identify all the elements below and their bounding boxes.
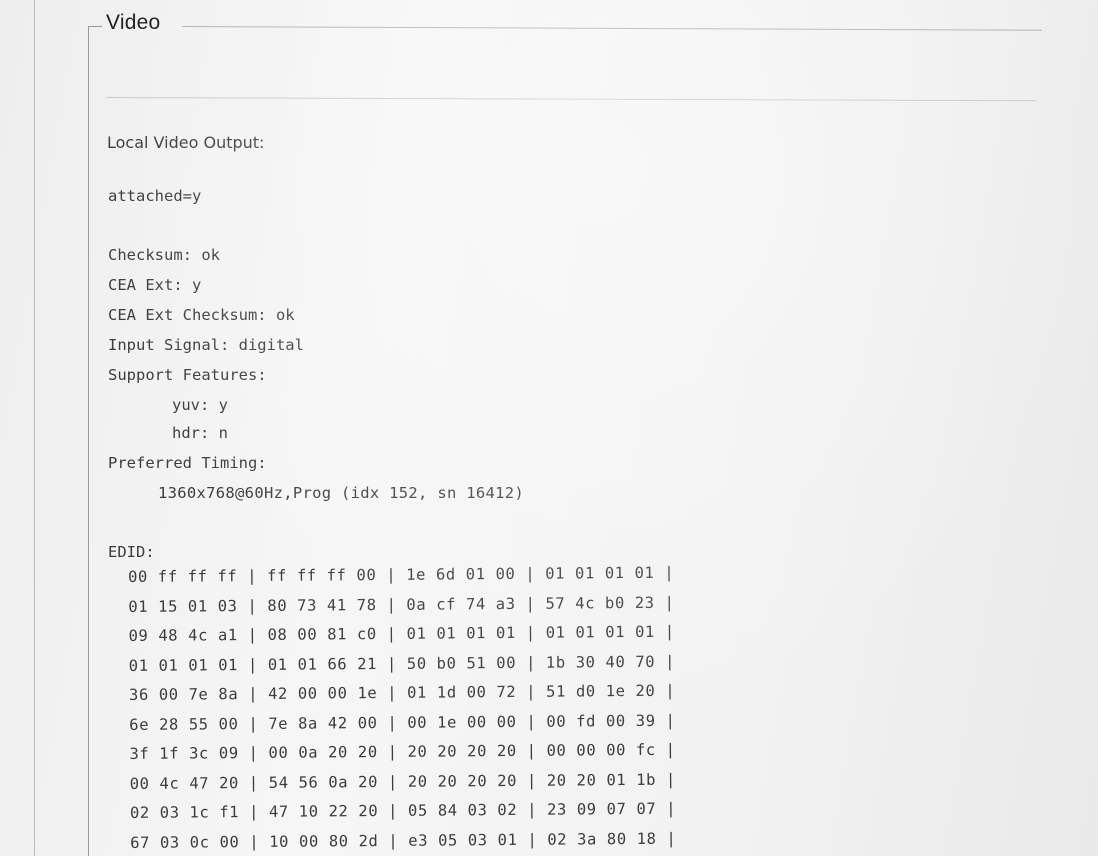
section-divider [105, 97, 1036, 102]
edid-row: 00 ff ff ff | ff ff ff 00 | 1e 6d 01 00 … [128, 563, 675, 586]
attached-status: attached=y [108, 187, 202, 205]
feature-hdr: hdr: n [172, 424, 228, 442]
edid-row: 36 00 7e 8a | 42 00 00 1e | 01 1d 00 72 … [128, 681, 676, 704]
edid-row: 01 15 01 03 | 80 73 41 78 | 0a cf 74 a3 … [128, 593, 675, 616]
preferred-timing-label: Preferred Timing: [108, 454, 267, 472]
edid-row: 01 01 01 01 | 01 01 66 21 | 50 b0 51 00 … [128, 652, 676, 675]
edid-hex-dump: 00 ff ff ff | ff ff ff 00 | 1e 6d 01 00 … [128, 564, 677, 856]
edid-label: EDID: [108, 543, 155, 561]
edid-row: 6e 28 55 00 | 7e 8a 42 00 | 00 1e 00 00 … [129, 711, 676, 734]
local-video-output-heading: Local Video Output: [107, 133, 265, 152]
screen: Video Local Video Output: attached=y Che… [0, 0, 1098, 856]
support-features-label: Support Features: [108, 366, 267, 384]
edid-row: 02 03 1c f1 | 47 10 22 20 | 05 84 03 02 … [129, 799, 677, 822]
cea-ext-checksum-status: CEA Ext Checksum: ok [108, 306, 295, 324]
preferred-timing-value: 1360x768@60Hz,Prog (idx 152, sn 16412) [158, 484, 525, 502]
edid-row: 3f 1f 3c 09 | 00 0a 20 20 | 20 20 20 20 … [129, 740, 676, 763]
fieldset-border-top-left [88, 26, 102, 27]
checksum-status: Checksum: ok [108, 246, 220, 264]
edid-row: 00 4c 47 20 | 54 56 0a 20 | 20 20 20 20 … [129, 770, 676, 793]
edid-row: 09 48 4c a1 | 08 00 81 c0 | 01 01 01 01 … [128, 622, 675, 645]
input-signal-status: Input Signal: digital [108, 336, 304, 354]
feature-yuv: yuv: y [172, 396, 228, 414]
edid-row: 67 03 0c 00 | 10 00 80 2d | e3 05 03 01 … [130, 829, 677, 852]
cea-ext-status: CEA Ext: y [108, 276, 202, 294]
section-legend: Video [106, 11, 161, 34]
fieldset-border-left [88, 26, 89, 856]
fieldset-border-top-right [181, 26, 1042, 31]
page-left-border [34, 0, 35, 856]
